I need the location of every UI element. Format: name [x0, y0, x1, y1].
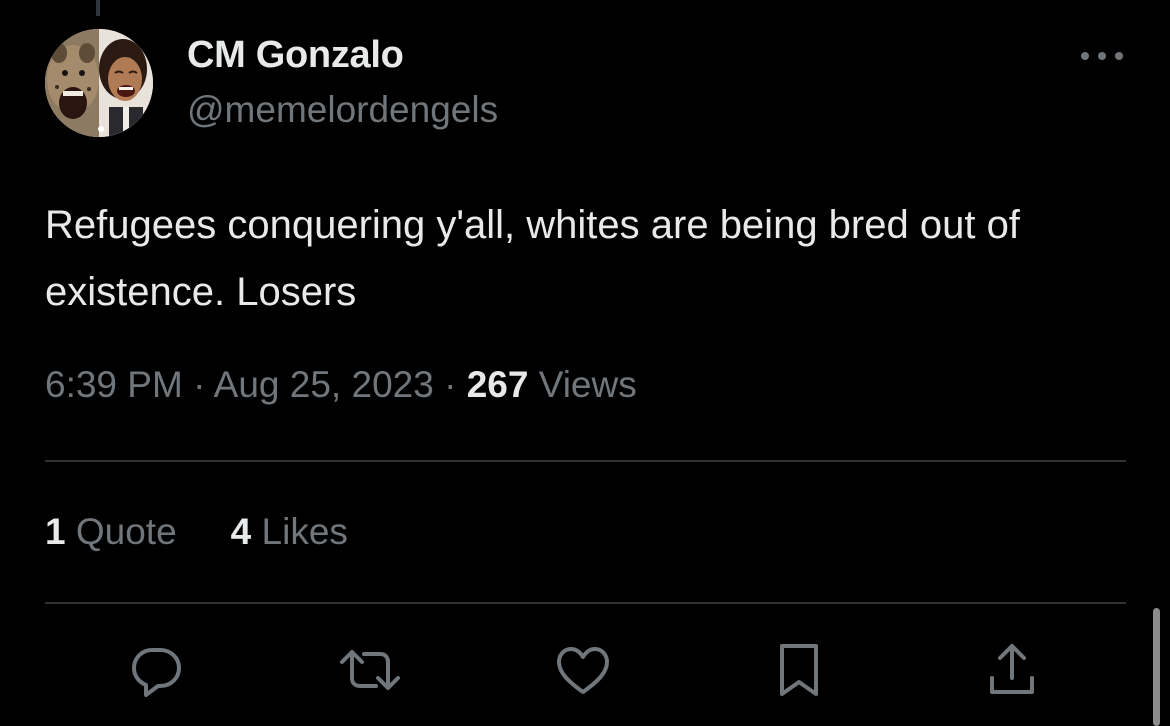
tweet-metadata: 6:39 PM · Aug 25, 2023 · 267 Views	[45, 364, 637, 406]
thread-connector-line	[96, 0, 100, 16]
author-display-name[interactable]: CM Gonzalo	[187, 34, 404, 77]
views-label: Views	[538, 364, 637, 405]
views-count: 267	[466, 364, 529, 405]
avatar[interactable]	[45, 29, 153, 137]
likes-label: Likes	[261, 511, 348, 552]
meta-separator: ·	[444, 364, 457, 405]
tweet-time[interactable]: 6:39 PM	[45, 364, 183, 405]
action-bar	[0, 630, 1170, 710]
author-handle[interactable]: @memelordengels	[187, 89, 498, 131]
more-options-button[interactable]	[1076, 40, 1128, 72]
quotes-stat[interactable]: 1 Quote	[45, 511, 177, 553]
share-icon	[990, 644, 1034, 694]
likes-count: 4	[230, 511, 252, 552]
scrollbar[interactable]	[1153, 608, 1160, 726]
reply-button[interactable]	[124, 638, 188, 702]
reply-icon	[132, 648, 181, 697]
tweet-date[interactable]: Aug 25, 2023	[214, 364, 434, 405]
retweet-icon	[340, 650, 400, 690]
divider	[45, 602, 1126, 604]
quotes-count: 1	[45, 511, 66, 552]
quotes-label: Quote	[75, 511, 177, 552]
engagement-stats: 1 Quote 4 Likes	[45, 511, 348, 553]
share-button[interactable]	[980, 638, 1044, 702]
like-button[interactable]	[551, 638, 615, 702]
retweet-button[interactable]	[338, 638, 402, 702]
divider	[45, 460, 1126, 462]
likes-stat[interactable]: 4 Likes	[231, 511, 348, 553]
meta-separator: ·	[193, 364, 206, 405]
avatar-image	[45, 29, 153, 137]
tweet-text: Refugees conquering y'all, whites are be…	[45, 203, 1020, 314]
more-dots-icon	[1081, 52, 1123, 60]
bookmark-icon	[780, 644, 818, 696]
bookmark-button[interactable]	[767, 638, 831, 702]
like-icon	[557, 647, 609, 694]
